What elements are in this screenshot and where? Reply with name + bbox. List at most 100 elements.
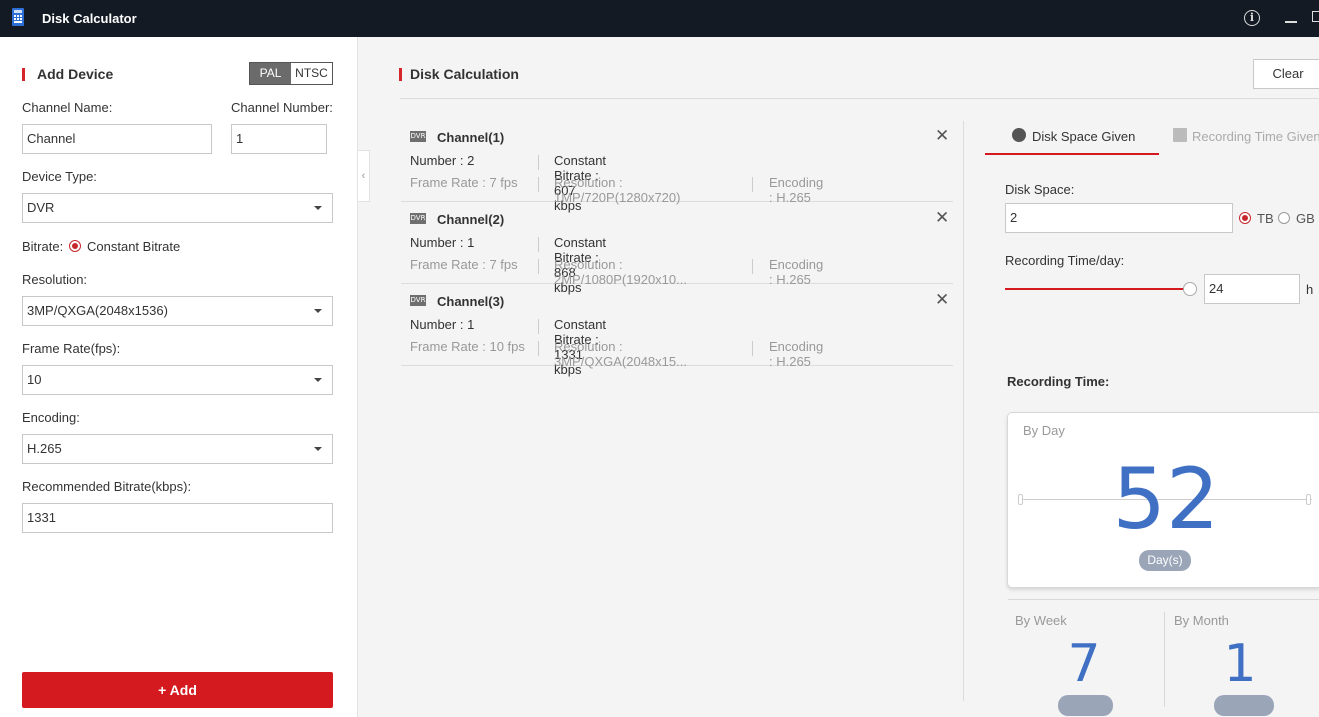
dvr-icon: DVR (410, 213, 426, 224)
recommended-bitrate-label: Recommended Bitrate(kbps): (22, 479, 192, 494)
recommended-bitrate-input[interactable]: 1331 (22, 503, 333, 533)
channel-number: Number : 1 (410, 235, 475, 250)
channel-card: DVR Channel(3) ✕ Number : 1 Constant Bit… (401, 284, 953, 377)
channel-row-2: Frame Rate : 10 fps Resolution : 3MP/QXG… (410, 339, 823, 369)
channel-name: Channel(3) (437, 294, 505, 309)
channel-row-2: Frame Rate : 7 fps Resolution : 1MP/720P… (410, 175, 823, 205)
channel-row-1: Number : 1 Constant Bitrate : 868 kbps (410, 235, 606, 295)
encoding-label: Encoding: (22, 410, 80, 425)
dvr-icon: DVR (410, 295, 426, 306)
add-button[interactable]: + Add (22, 672, 333, 708)
channel-frame-rate: Frame Rate : 7 fps (410, 257, 518, 272)
tab-label: Disk Space Given (1032, 129, 1136, 144)
disk-calculator-app-icon (12, 8, 24, 26)
video-standard-toggle: PAL NTSC (249, 62, 333, 85)
maximize-icon[interactable] (1312, 11, 1319, 22)
channel-frame-rate: Frame Rate : 7 fps (410, 175, 518, 190)
recording-time-slider[interactable] (1005, 288, 1188, 290)
gb-label: GB (1296, 211, 1315, 226)
ntsc-option[interactable]: NTSC (291, 63, 332, 84)
separator (538, 319, 539, 334)
chevron-down-icon (314, 309, 322, 313)
month-unit-badge (1214, 695, 1274, 716)
channel-number: Number : 1 (410, 317, 475, 332)
close-icon[interactable]: ✕ (935, 208, 949, 228)
frame-rate-label: Frame Rate(fps): (22, 341, 121, 356)
separator (538, 155, 539, 170)
disk-space-label: Disk Space: (1005, 182, 1075, 197)
chevron-down-icon (314, 206, 322, 210)
minimize-icon[interactable] (1285, 21, 1297, 23)
channel-name-input[interactable]: Channel (22, 124, 212, 154)
channel-number-input[interactable]: 1 (231, 124, 327, 154)
constant-bitrate-label: Constant Bitrate (87, 239, 181, 254)
slider-handle[interactable] (1183, 282, 1197, 296)
resolution-select[interactable]: 3MP/QXGA(2048x1536) (22, 296, 333, 326)
separator (752, 177, 753, 192)
tb-radio[interactable] (1239, 212, 1251, 224)
channel-resolution: Resolution : 1MP/720P(1280x720) (554, 175, 681, 205)
channel-resolution: Resolution : 2MP/1080P(1920x10... (554, 257, 687, 287)
tab-label: Recording Time Given (1192, 129, 1319, 144)
channel-encoding: Encoding : H.265 (769, 257, 824, 287)
chevron-down-icon (314, 447, 322, 451)
separator (538, 259, 539, 274)
close-icon[interactable]: ✕ (935, 290, 949, 310)
week-month-separator (1164, 612, 1165, 707)
title-bar: Disk Calculator i (0, 0, 1319, 37)
clock-icon (1012, 128, 1026, 142)
constant-bitrate-radio[interactable] (69, 240, 81, 252)
week-unit-badge (1058, 695, 1113, 716)
recording-time-per-day-label: Recording Time/day: (1005, 253, 1125, 268)
encoding-select[interactable]: H.265 (22, 434, 333, 464)
recording-hours-input[interactable]: 24 (1204, 274, 1300, 304)
by-month-value: 1 (1223, 634, 1257, 694)
disk-icon (1173, 128, 1187, 142)
hours-unit-label: h (1306, 282, 1314, 297)
channel-card: DVR Channel(1) ✕ Number : 2 Constant Bit… (401, 120, 953, 213)
tb-label: TB (1257, 211, 1274, 226)
gb-radio[interactable] (1278, 212, 1290, 224)
pal-option[interactable]: PAL (250, 63, 291, 84)
chevron-down-icon (314, 378, 322, 382)
frame-rate-value: 10 (27, 372, 42, 387)
channel-row-1: Number : 2 Constant Bitrate : 607 kbps (410, 153, 606, 213)
device-type-select[interactable]: DVR (22, 193, 333, 223)
recording-divider (1008, 599, 1319, 600)
collapse-panel-chevron-left-icon[interactable]: ‹ (358, 150, 370, 202)
frame-rate-select[interactable]: 10 (22, 365, 333, 395)
channel-frame-rate: Frame Rate : 10 fps (410, 339, 525, 354)
channel-name: Channel(2) (437, 212, 505, 227)
tab-recording-time-given[interactable]: Recording Time Given (1170, 121, 1319, 155)
disk-calculation-title: Disk Calculation (399, 66, 519, 82)
header-divider (400, 98, 1319, 99)
recording-time-label: Recording Time: (1007, 374, 1110, 389)
disk-space-input[interactable]: 2 (1005, 203, 1233, 233)
close-icon[interactable]: ✕ (935, 126, 949, 146)
resolution-value: 3MP/QXGA(2048x1536) (27, 303, 168, 318)
tab-disk-space-given[interactable]: Disk Space Given (985, 121, 1159, 155)
bitrate-label: Bitrate: (22, 239, 64, 254)
channel-number: Number : 2 (410, 153, 475, 168)
separator (538, 237, 539, 252)
separator (752, 259, 753, 274)
channel-row-2: Frame Rate : 7 fps Resolution : 2MP/1080… (410, 257, 823, 287)
channel-encoding: Encoding : H.265 (769, 339, 824, 369)
panel-divider (963, 121, 964, 701)
separator (752, 341, 753, 356)
by-day-value: 52 (1112, 450, 1220, 548)
add-device-panel: Add Device PAL NTSC Channel Name: Channe… (0, 37, 358, 717)
info-icon[interactable]: i (1244, 10, 1260, 26)
by-day-card: By Day 52 Day(s) (1007, 412, 1319, 588)
device-type-label: Device Type: (22, 169, 97, 184)
dvr-icon: DVR (410, 131, 426, 142)
day-unit-badge: Day(s) (1139, 550, 1191, 571)
by-week-label: By Week (1015, 613, 1067, 628)
channel-encoding: Encoding : H.265 (769, 175, 824, 205)
clear-button[interactable]: Clear (1253, 59, 1319, 89)
channel-resolution: Resolution : 3MP/QXGA(2048x15... (554, 339, 687, 369)
resolution-label: Resolution: (22, 272, 88, 287)
encoding-value: H.265 (27, 441, 62, 456)
add-device-title: Add Device (22, 66, 113, 82)
by-month-label: By Month (1174, 613, 1229, 628)
